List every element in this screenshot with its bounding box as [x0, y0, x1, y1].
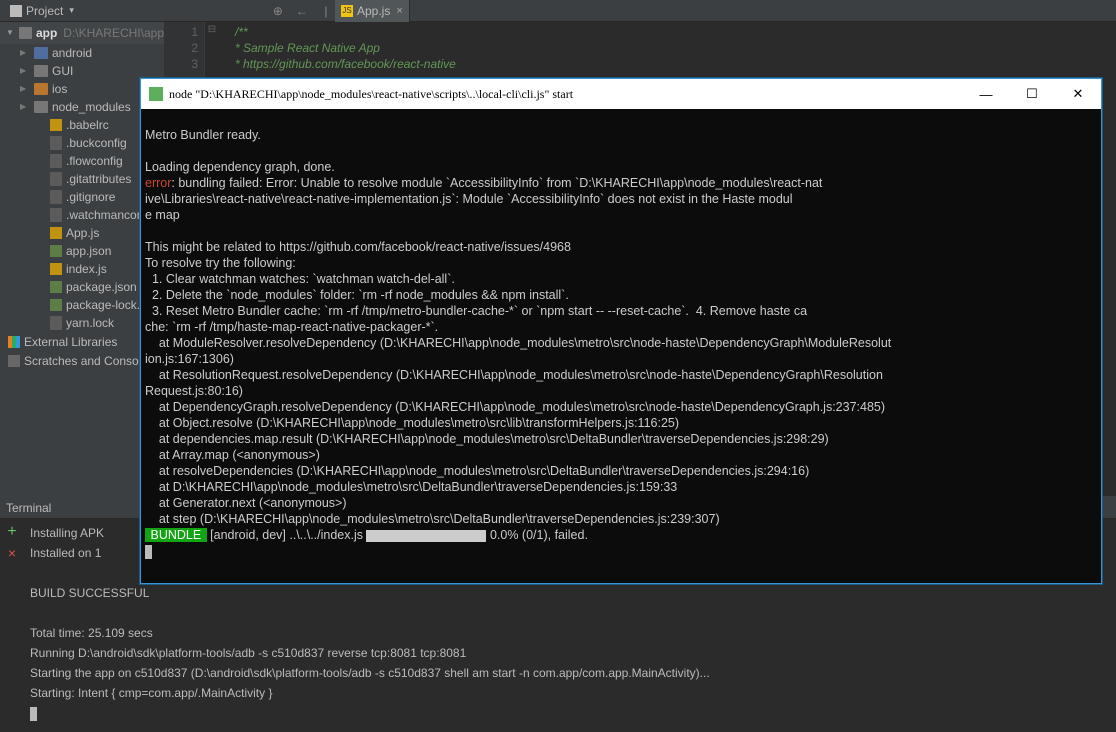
expand-icon[interactable] — [6, 24, 15, 42]
node-console-output[interactable]: Metro Bundler ready. Loading dependency … — [141, 109, 1101, 583]
ide-toolbar: Project ⊕ ← | ✶ ⌄ — [0, 0, 1116, 22]
terminal-cursor — [30, 707, 37, 721]
tree-item-label: .flowconfig — [66, 152, 123, 170]
close-button[interactable]: ✕ — [1055, 79, 1101, 109]
ext-libs-label: External Libraries — [24, 333, 117, 351]
minimize-button[interactable]: — — [963, 79, 1009, 109]
tab-label: App.js — [357, 4, 390, 18]
node-title: node "D:\KHARECHI\app\node_modules\react… — [169, 87, 963, 102]
tree-item-label: .gitattributes — [66, 170, 131, 188]
tree-item-label: yarn.lock — [66, 314, 114, 332]
tree-item-label: ios — [52, 80, 67, 98]
expand-icon[interactable] — [20, 44, 30, 62]
tree-item-label: android — [52, 44, 92, 62]
js-icon: JS — [341, 5, 353, 17]
file-icon — [50, 263, 62, 275]
folder-icon — [34, 65, 48, 77]
close-session-icon[interactable]: × — [8, 545, 16, 561]
new-session-icon[interactable]: + — [7, 523, 16, 541]
file-icon — [50, 154, 62, 168]
expand-icon[interactable] — [20, 62, 30, 80]
folder-icon — [34, 47, 48, 59]
bundle-progress — [366, 530, 486, 542]
tree-item-label: GUI — [52, 62, 73, 80]
node-console-window[interactable]: node "D:\KHARECHI\app\node_modules\react… — [140, 78, 1102, 584]
file-icon — [50, 119, 62, 131]
bundle-tag: BUNDLE — [145, 528, 207, 542]
file-icon — [50, 136, 62, 150]
tree-item[interactable]: android — [0, 44, 164, 62]
file-icon — [50, 172, 62, 186]
editor-tabs: JS App.js × — [335, 0, 410, 22]
file-icon — [50, 299, 62, 311]
tree-item-label: index.js — [66, 260, 107, 278]
folder-icon — [34, 101, 48, 113]
project-label: Project — [26, 4, 63, 18]
tree-item-label: node_modules — [52, 98, 131, 116]
file-icon — [50, 316, 62, 330]
locate-icon[interactable]: ⊕ — [270, 3, 286, 19]
node-titlebar[interactable]: node "D:\KHARECHI\app\node_modules\react… — [141, 79, 1101, 109]
libraries-icon — [8, 336, 20, 348]
tree-item-label: .babelrc — [66, 116, 109, 134]
tree-root-row[interactable]: app D:\KHARECHI\app — [0, 22, 164, 44]
file-icon — [50, 245, 62, 257]
project-dropdown[interactable]: Project — [4, 2, 80, 20]
divider-icon: | — [318, 3, 334, 19]
expand-icon[interactable] — [20, 80, 30, 98]
node-icon — [149, 87, 163, 101]
file-icon — [50, 281, 62, 293]
file-icon — [50, 208, 62, 222]
console-cursor — [145, 545, 152, 559]
tree-item-label: .gitignore — [66, 188, 115, 206]
fold-icon[interactable]: ⊟ — [205, 24, 219, 35]
tree-item-label: .buckconfig — [66, 134, 127, 152]
tree-item-label: app.json — [66, 242, 111, 260]
tab-close-icon[interactable]: × — [396, 5, 402, 17]
tree-item-label: package.json — [66, 278, 137, 296]
collapse-icon[interactable]: ← — [294, 3, 310, 19]
folder-icon — [19, 27, 32, 39]
tree-item-label: App.js — [66, 224, 99, 242]
file-icon — [50, 227, 62, 239]
root-name: app — [36, 24, 57, 42]
file-icon — [50, 190, 62, 204]
scratches-icon — [8, 355, 20, 367]
scratches-label: Scratches and Consoles — [24, 352, 154, 370]
terminal-gutter: + × — [0, 519, 24, 732]
code-text: /** * Sample React Native App * https://… — [235, 24, 456, 72]
maximize-button[interactable]: ☐ — [1009, 79, 1055, 109]
root-path: D:\KHARECHI\app — [63, 24, 164, 42]
editor-tab-appjs[interactable]: JS App.js × — [335, 0, 410, 22]
project-icon — [10, 5, 22, 17]
expand-icon[interactable] — [20, 98, 30, 116]
folder-icon — [34, 83, 48, 95]
